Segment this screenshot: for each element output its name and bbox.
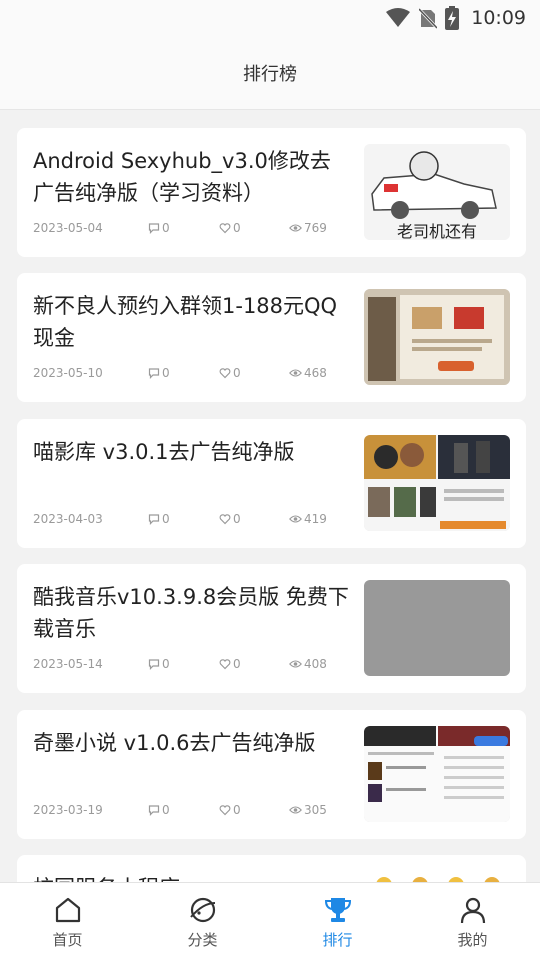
nav-category[interactable]: 分类	[135, 883, 270, 960]
nav-category-label: 分类	[187, 931, 218, 949]
nav-ranking-label: 排行	[322, 931, 353, 949]
article-date: 2023-04-03	[33, 512, 103, 526]
user-icon	[460, 897, 485, 924]
comment-count-value: 0	[162, 366, 170, 380]
comment-count: 0	[148, 512, 170, 526]
article-title: 奇墨小说 v1.0.6去广告纯净版	[33, 731, 316, 755]
article-date: 2023-05-14	[33, 657, 103, 671]
comment-count-value: 0	[162, 512, 170, 526]
status-bar: 10:09	[0, 0, 540, 36]
article-title: 喵影库 v3.0.1去广告纯净版	[33, 440, 295, 464]
eye-icon	[289, 224, 302, 232]
like-count-value: 0	[233, 221, 241, 235]
comment-count-value: 0	[162, 803, 170, 817]
article-title: 酷我音乐v10.3.9.8会员版 免费下载音乐	[33, 585, 349, 641]
bottom-navigation: 首页 分类 排行 我的	[0, 882, 540, 960]
view-count: 468	[289, 366, 327, 380]
view-count: 769	[289, 221, 327, 235]
article-title: Android Sexyhub_v3.0修改去广告纯净版（学习资料）	[33, 149, 331, 205]
like-count: 0	[219, 221, 241, 235]
article-card[interactable]: Android Sexyhub_v3.0修改去广告纯净版（学习资料） 2023-…	[17, 128, 526, 257]
nav-profile[interactable]: 我的	[405, 883, 540, 960]
view-count: 419	[289, 512, 327, 526]
heart-icon	[219, 514, 231, 525]
comment-count: 0	[148, 657, 170, 671]
wifi-icon	[385, 8, 411, 28]
home-icon	[55, 897, 80, 923]
article-thumbnail: 老司机还有	[364, 144, 510, 240]
nav-home[interactable]: 首页	[0, 883, 135, 960]
view-count-value: 419	[304, 512, 327, 526]
view-count-value: 468	[304, 366, 327, 380]
like-count: 0	[219, 366, 241, 380]
thumbnail-caption: 老司机还有	[397, 222, 477, 240]
article-card[interactable]: 奇墨小说 v1.0.6去广告纯净版 2023-03-19 0 0 305	[17, 710, 526, 839]
like-count: 0	[219, 803, 241, 817]
comment-icon	[148, 659, 160, 670]
article-thumbnail	[364, 726, 510, 822]
view-count: 408	[289, 657, 327, 671]
article-card[interactable]: 酷我音乐v10.3.9.8会员版 免费下载音乐 2023-05-14 0 0 4…	[17, 564, 526, 693]
page-title: 排行榜	[243, 63, 297, 85]
eye-icon	[289, 806, 302, 814]
no-sim-icon	[419, 7, 438, 29]
comment-count: 0	[148, 366, 170, 380]
eye-icon	[289, 369, 302, 377]
eye-icon	[289, 660, 302, 668]
comment-count: 0	[148, 221, 170, 235]
like-count-value: 0	[233, 512, 241, 526]
app-root: 10:09 排行榜 Android Sexyhub_v3.0修改去广告纯净版（学…	[0, 0, 540, 960]
status-time: 10:09	[471, 7, 526, 29]
heart-icon	[219, 805, 231, 816]
article-thumbnail	[364, 435, 510, 531]
article-title: 新不良人预约入群领1-188元QQ现金	[33, 294, 338, 350]
like-count-value: 0	[233, 657, 241, 671]
comment-count-value: 0	[162, 221, 170, 235]
nav-ranking[interactable]: 排行	[270, 883, 405, 960]
planet-icon	[189, 897, 215, 923]
eye-icon	[289, 515, 302, 523]
comment-icon	[148, 514, 160, 525]
nav-home-label: 首页	[52, 931, 83, 949]
comment-icon	[148, 368, 160, 379]
heart-icon	[219, 368, 231, 379]
nav-profile-label: 我的	[457, 931, 488, 949]
article-thumbnail	[364, 289, 510, 385]
article-date: 2023-05-04	[33, 221, 103, 235]
page-header: 排行榜	[0, 36, 540, 110]
comment-icon	[148, 223, 160, 234]
view-count-value: 305	[304, 803, 327, 817]
battery-charging-icon	[445, 6, 460, 30]
heart-icon	[219, 223, 231, 234]
heart-icon	[219, 659, 231, 670]
article-card[interactable]: 新不良人预约入群领1-188元QQ现金 2023-05-10 0 0 468	[17, 273, 526, 402]
view-count: 305	[289, 803, 327, 817]
trophy-icon	[324, 898, 351, 922]
view-count-value: 769	[304, 221, 327, 235]
article-card[interactable]: 喵影库 v3.0.1去广告纯净版 2023-04-03 0 0 419	[17, 419, 526, 548]
comment-count-value: 0	[162, 657, 170, 671]
like-count-value: 0	[233, 803, 241, 817]
view-count-value: 408	[304, 657, 327, 671]
like-count: 0	[219, 512, 241, 526]
comment-count: 0	[148, 803, 170, 817]
comment-icon	[148, 805, 160, 816]
like-count: 0	[219, 657, 241, 671]
article-date: 2023-05-10	[33, 366, 103, 380]
article-date: 2023-03-19	[33, 803, 103, 817]
article-thumbnail	[364, 580, 510, 676]
like-count-value: 0	[233, 366, 241, 380]
